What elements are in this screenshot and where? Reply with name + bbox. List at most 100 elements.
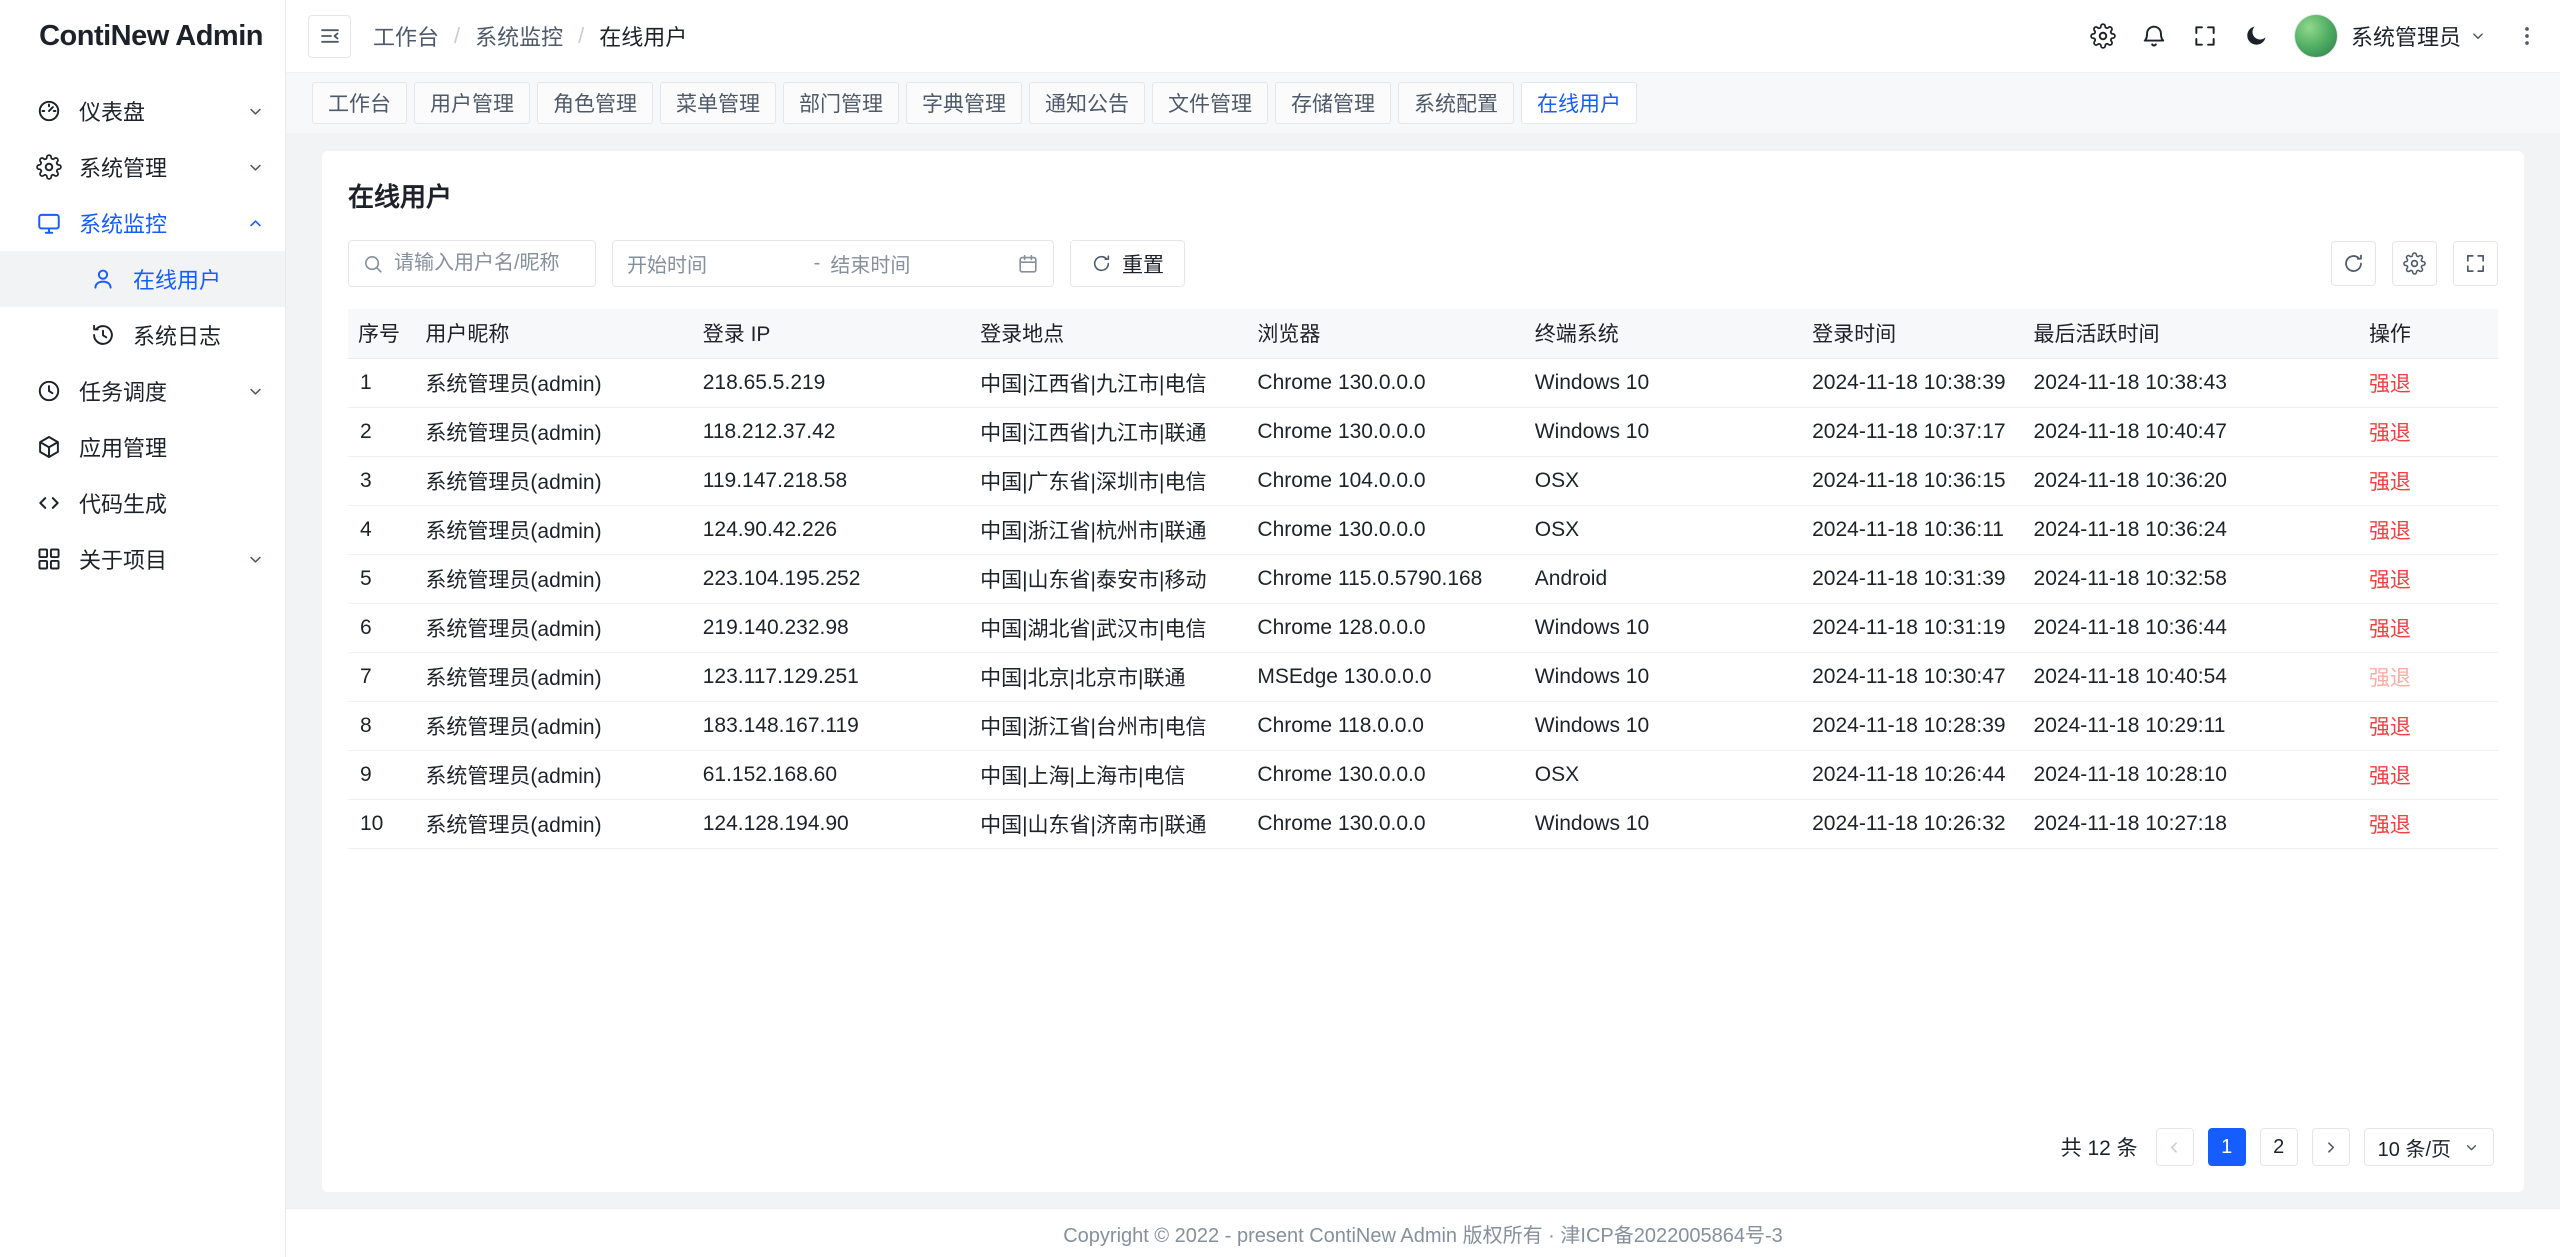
tab-1[interactable]: 工作台 [312, 82, 407, 124]
breadcrumb-item[interactable]: 工作台 [373, 20, 439, 52]
tab-8[interactable]: 文件管理 [1152, 82, 1268, 124]
bell-icon [2141, 23, 2167, 49]
sidebar-item-6[interactable]: 代码生成 [0, 475, 285, 531]
avatar[interactable] [2294, 14, 2338, 58]
prev-page-button[interactable] [2156, 1128, 2194, 1166]
refresh-icon [1091, 253, 1112, 274]
user-menu[interactable]: 系统管理员 [2351, 20, 2487, 52]
page-button-1[interactable]: 1 [2208, 1128, 2246, 1166]
pagination-total: 共 12 条 [2061, 1132, 2138, 1162]
table-cell: Chrome 115.0.5790.168 [1257, 554, 1534, 603]
moon-icon [2243, 23, 2269, 49]
tab-3[interactable]: 角色管理 [537, 82, 653, 124]
settings-icon [2403, 252, 2426, 275]
table-cell: 系统管理员(admin) [425, 554, 702, 603]
sidebar-item-7[interactable]: 关于项目 [0, 531, 285, 587]
tab-4[interactable]: 菜单管理 [660, 82, 776, 124]
force-logout-button[interactable]: 强退 [2369, 373, 2411, 396]
table-cell: 2024-11-18 10:27:18 [2034, 799, 2369, 848]
table-row: 1系统管理员(admin)218.65.5.219中国|江西省|九江市|电信Ch… [348, 358, 2498, 407]
sidebar-item-label: 关于项目 [79, 543, 246, 575]
table-refresh-button[interactable] [2331, 241, 2376, 286]
table-cell: 中国|江西省|九江市|电信 [980, 358, 1257, 407]
table-cell: 中国|浙江省|杭州市|联通 [980, 505, 1257, 554]
notifications-button[interactable] [2141, 23, 2167, 49]
column-header: 最后活跃时间 [2034, 309, 2369, 358]
more-options-button[interactable] [2514, 23, 2540, 49]
settings-button[interactable] [2090, 23, 2116, 49]
search-input[interactable] [394, 252, 582, 275]
column-header: 用户昵称 [425, 309, 702, 358]
table-cell: 2024-11-18 10:31:39 [1812, 554, 2033, 603]
chevron-down-icon [246, 214, 265, 233]
page-size-select[interactable]: 10 条/页 [2364, 1128, 2494, 1166]
column-header: 登录 IP [703, 309, 980, 358]
fullscreen-button[interactable] [2192, 23, 2218, 49]
date-range-picker[interactable]: 开始时间 - 结束时间 [612, 240, 1054, 287]
force-logout-button[interactable]: 强退 [2369, 618, 2411, 641]
page-buttons: 12 [2208, 1128, 2298, 1166]
sidebar-item-4[interactable]: 任务调度 [0, 363, 285, 419]
table-cell-action: 强退 [2369, 799, 2498, 848]
tab-7[interactable]: 通知公告 [1029, 82, 1145, 124]
table-cell: Chrome 130.0.0.0 [1257, 799, 1534, 848]
tab-5[interactable]: 部门管理 [783, 82, 899, 124]
table-cell: Windows 10 [1535, 358, 1812, 407]
theme-toggle-button[interactable] [2243, 23, 2269, 49]
sidebar-item-3[interactable]: 系统监控 [0, 195, 285, 251]
force-logout-button[interactable]: 强退 [2369, 520, 2411, 543]
table-row: 3系统管理员(admin)119.147.218.58中国|广东省|深圳市|电信… [348, 456, 2498, 505]
force-logout-button[interactable]: 强退 [2369, 716, 2411, 739]
pagination: 共 12 条 12 10 条/页 [348, 1108, 2498, 1174]
filter-toolbar: 开始时间 - 结束时间 重置 [348, 240, 2498, 287]
table-cell: 223.104.195.252 [703, 554, 980, 603]
app-title: ContiNew Admin [39, 20, 263, 53]
table-cell: 2024-11-18 10:40:47 [2034, 407, 2369, 456]
table-cell: Chrome 128.0.0.0 [1257, 603, 1534, 652]
breadcrumb-item[interactable]: 系统监控 [475, 20, 563, 52]
tab-11[interactable]: 在线用户 [1521, 82, 1637, 124]
sidebar-collapse-button[interactable] [308, 15, 351, 58]
next-page-button[interactable] [2312, 1128, 2350, 1166]
table-cell: Chrome 130.0.0.0 [1257, 505, 1534, 554]
table-cell: Chrome 130.0.0.0 [1257, 407, 1534, 456]
history-icon [90, 322, 116, 348]
force-logout-button[interactable]: 强退 [2369, 569, 2411, 592]
tab-10[interactable]: 系统配置 [1398, 82, 1514, 124]
table-row: 10系统管理员(admin)124.128.194.90中国|山东省|济南市|联… [348, 799, 2498, 848]
page-button-2[interactable]: 2 [2260, 1128, 2298, 1166]
sidebar-subitem[interactable]: 系统日志 [0, 307, 285, 363]
table-row: 9系统管理员(admin)61.152.168.60中国|上海|上海市|电信Ch… [348, 750, 2498, 799]
table-cell: 2 [348, 407, 425, 456]
table-row: 4系统管理员(admin)124.90.42.226中国|浙江省|杭州市|联通C… [348, 505, 2498, 554]
table-cell: Windows 10 [1535, 799, 1812, 848]
force-logout-button[interactable]: 强退 [2369, 765, 2411, 788]
sidebar-item-2[interactable]: 系统管理 [0, 139, 285, 195]
table-settings-button[interactable] [2392, 241, 2437, 286]
tab-9[interactable]: 存储管理 [1275, 82, 1391, 124]
table-cell: 61.152.168.60 [703, 750, 980, 799]
force-logout-button[interactable]: 强退 [2369, 422, 2411, 445]
tab-6[interactable]: 字典管理 [906, 82, 1022, 124]
sidebar-item-label: 应用管理 [79, 431, 265, 463]
table-cell: 系统管理员(admin) [425, 652, 702, 701]
search-icon [362, 253, 384, 275]
sidebar-subitem[interactable]: 在线用户 [0, 251, 285, 307]
sidebar-item-5[interactable]: 应用管理 [0, 419, 285, 475]
table-cell: 2024-11-18 10:36:15 [1812, 456, 2033, 505]
chevron-right-icon [2321, 1138, 2340, 1157]
force-logout-button[interactable]: 强退 [2369, 814, 2411, 837]
sidebar-item-1[interactable]: 仪表盘 [0, 83, 285, 139]
sidebar-item-label: 仪表盘 [79, 95, 246, 127]
sidebar-menu: 仪表盘系统管理系统监控在线用户系统日志任务调度应用管理代码生成关于项目 [0, 73, 285, 1257]
force-logout-button[interactable]: 强退 [2369, 471, 2411, 494]
sidebar-item-label: 代码生成 [79, 487, 265, 519]
table-fullscreen-button[interactable] [2453, 241, 2498, 286]
table-row: 5系统管理员(admin)223.104.195.252中国|山东省|泰安市|移… [348, 554, 2498, 603]
clock-icon [36, 378, 62, 404]
tab-2[interactable]: 用户管理 [414, 82, 530, 124]
reset-button[interactable]: 重置 [1070, 240, 1185, 287]
logo[interactable]: ContiNew Admin [0, 0, 285, 73]
table-cell: 3 [348, 456, 425, 505]
table-cell-action: 强退 [2369, 701, 2498, 750]
